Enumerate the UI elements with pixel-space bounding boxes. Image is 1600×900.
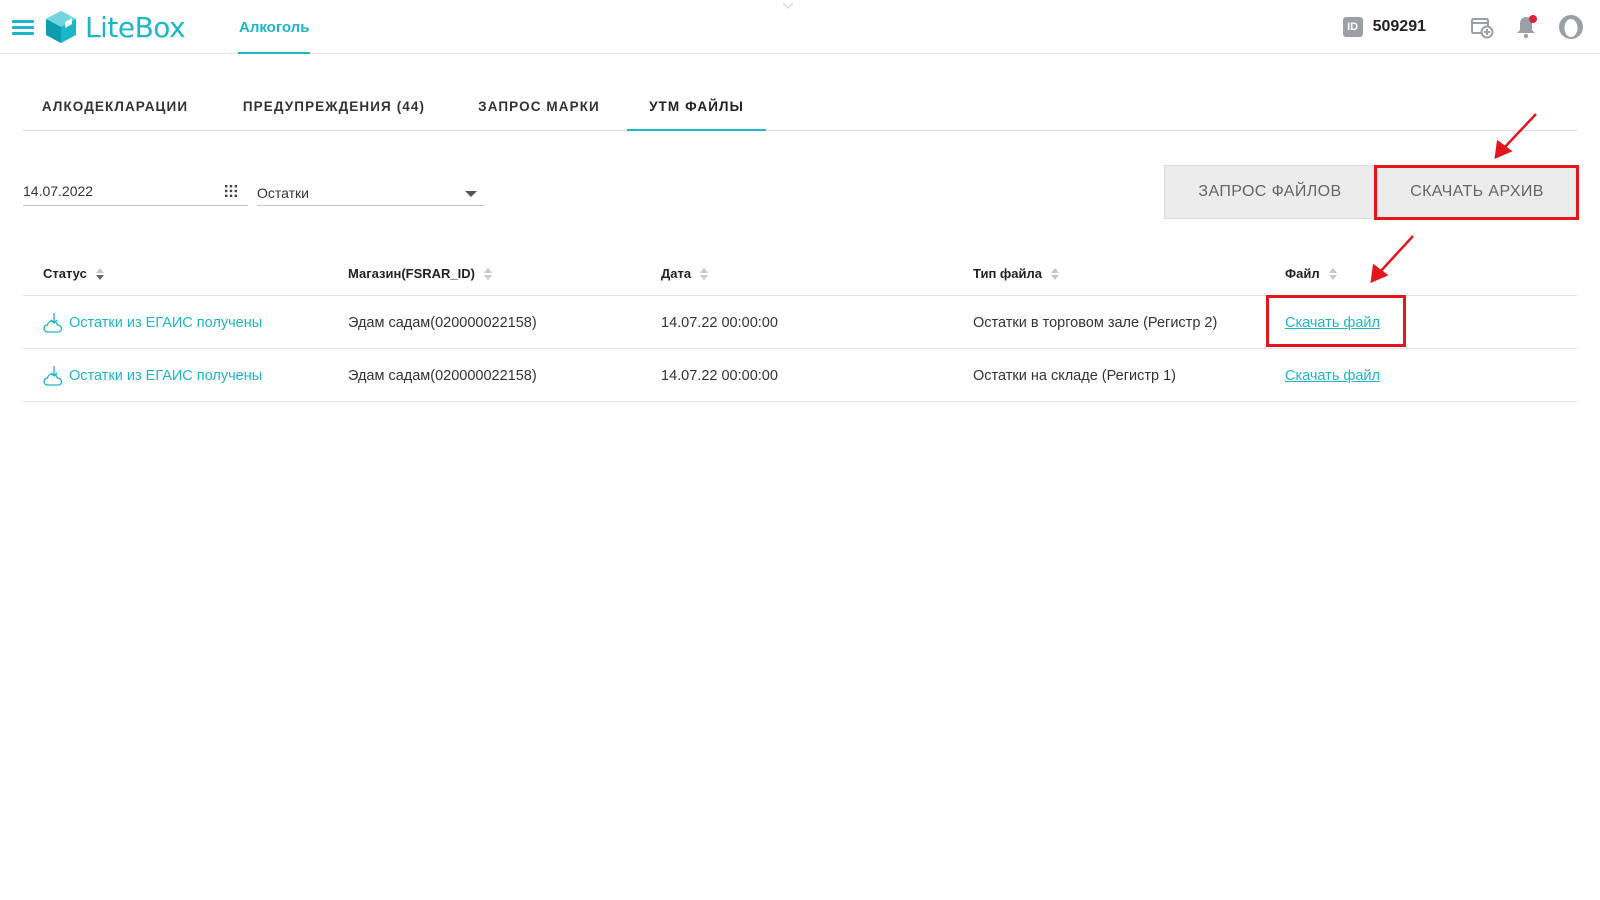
annotation-highlight-archive bbox=[1374, 165, 1579, 220]
menu-icon[interactable] bbox=[12, 20, 34, 36]
account-id-value: 509291 bbox=[1372, 18, 1426, 35]
calendar-icon[interactable] bbox=[224, 184, 238, 198]
column-header-file-type[interactable]: Тип файла bbox=[973, 266, 1060, 281]
date-value: 14.07.2022 bbox=[23, 183, 94, 199]
id-icon: ID bbox=[1342, 17, 1363, 37]
column-header-status[interactable]: Статус bbox=[43, 266, 105, 281]
status-cell: Остатки из ЕГАИС получены bbox=[43, 296, 262, 349]
file-type-cell: Остатки в торговом зале (Регистр 2) bbox=[973, 314, 1218, 331]
column-header-label: Магазин(FSRAR_ID) bbox=[348, 266, 475, 281]
column-header-label: Дата bbox=[661, 266, 692, 281]
logo-text: LiteBox bbox=[85, 10, 186, 44]
sort-icon bbox=[95, 267, 104, 280]
tab-warnings[interactable]: ПРЕДУПРЕЖДЕНИЯ (44) bbox=[228, 88, 440, 131]
top-nav: Алкоголь bbox=[238, 0, 311, 54]
cloud-download-icon bbox=[43, 365, 63, 386]
sort-icon bbox=[700, 267, 709, 280]
tab-utm-files[interactable]: УТМ ФАЙЛЫ bbox=[627, 88, 766, 131]
tabs: АЛКОДЕКЛАРАЦИИ ПРЕДУПРЕЖДЕНИЯ (44) ЗАПРО… bbox=[23, 88, 1577, 131]
chevron-down-icon bbox=[465, 191, 477, 197]
chevron-down-icon[interactable] bbox=[782, 2, 794, 10]
nav-item-alcohol[interactable]: Алкоголь bbox=[238, 0, 311, 54]
file-type-select-value: Остатки bbox=[257, 185, 309, 201]
column-header-date[interactable]: Дата bbox=[661, 266, 709, 281]
date-cell: 14.07.22 00:00:00 bbox=[661, 314, 778, 331]
date-cell: 14.07.22 00:00:00 bbox=[661, 367, 778, 384]
user-icon[interactable] bbox=[1558, 14, 1584, 40]
file-cell: Скачать файл bbox=[1285, 349, 1380, 402]
table-row: Остатки из ЕГАИС получены Эдам садам(020… bbox=[23, 349, 1577, 402]
bell-icon[interactable] bbox=[1514, 15, 1538, 39]
status-text: Остатки из ЕГАИС получены bbox=[69, 314, 263, 331]
sort-icon bbox=[1328, 267, 1337, 280]
account-id: ID 509291 bbox=[1342, 17, 1426, 37]
column-header-label: Статус bbox=[43, 266, 87, 281]
logo[interactable]: LiteBox bbox=[45, 9, 186, 45]
status-text: Остатки из ЕГАИС получены bbox=[69, 367, 263, 384]
file-type-select[interactable]: Остатки bbox=[257, 178, 485, 206]
store-cell: Эдам садам(020000022158) bbox=[348, 314, 537, 331]
store-cell: Эдам садам(020000022158) bbox=[348, 367, 537, 384]
annotation-highlight-file bbox=[1266, 295, 1406, 347]
request-files-button[interactable]: ЗАПРОС ФАЙЛОВ bbox=[1164, 165, 1376, 219]
notification-dot bbox=[1529, 15, 1537, 23]
litebox-logo-icon bbox=[46, 11, 76, 43]
sort-icon bbox=[1051, 267, 1059, 280]
top-bar: LiteBox Алкоголь ID 509291 bbox=[0, 0, 1600, 54]
column-header-label: Тип файла bbox=[973, 266, 1042, 281]
column-header-label: Файл bbox=[1285, 266, 1320, 281]
status-cell: Остатки из ЕГАИС получены bbox=[43, 349, 262, 402]
tab-alcodeclarations[interactable]: АЛКОДЕКЛАРАЦИИ bbox=[23, 88, 207, 131]
column-header-file[interactable]: Файл bbox=[1285, 266, 1338, 281]
sort-icon bbox=[484, 267, 492, 280]
tab-mark-request[interactable]: ЗАПРОС МАРКИ bbox=[460, 88, 618, 131]
column-header-store[interactable]: Магазин(FSRAR_ID) bbox=[348, 266, 493, 281]
annotation-arrows bbox=[1370, 113, 1537, 284]
file-type-cell: Остатки на складе (Регистр 1) bbox=[973, 367, 1176, 384]
cloud-download-icon bbox=[43, 312, 63, 333]
header-actions: ID 509291 bbox=[1342, 0, 1584, 54]
table-header: Статус Магазин(FSRAR_ID) Дата Тип файла … bbox=[23, 252, 1577, 296]
download-file-link[interactable]: Скачать файл bbox=[1285, 368, 1380, 384]
store-add-icon[interactable] bbox=[1470, 15, 1494, 39]
date-field[interactable]: 14.07.2022 bbox=[23, 178, 248, 206]
